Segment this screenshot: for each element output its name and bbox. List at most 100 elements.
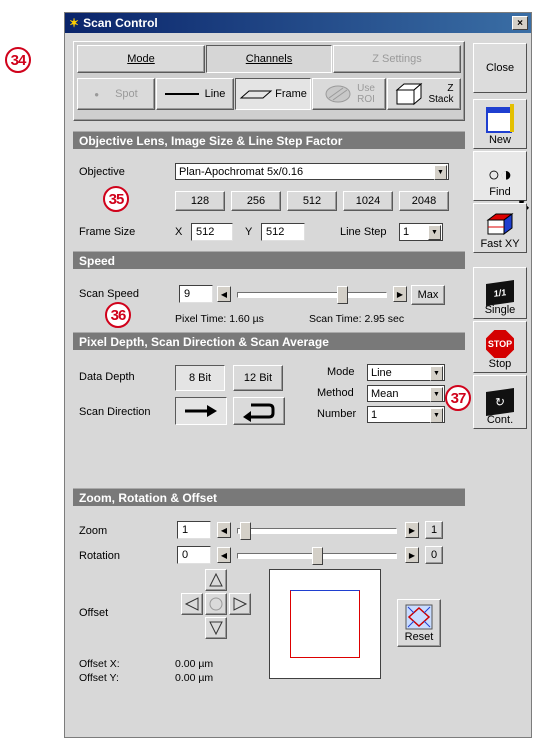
scan-direction-label: Scan Direction	[79, 406, 151, 418]
fast-xy-icon	[486, 213, 514, 235]
tab-z-settings[interactable]: Z Settings	[333, 45, 461, 73]
speed-slider-thumb[interactable]	[337, 286, 349, 304]
rotation-input[interactable]: 0	[177, 546, 211, 564]
spot-icon: ●	[94, 89, 100, 99]
window-title: Scan Control	[83, 16, 158, 30]
stop-sign-icon: STOP	[486, 330, 514, 358]
speed-increase-button[interactable]: ▶	[393, 286, 407, 302]
unidirectional-scan-button[interactable]	[175, 397, 227, 425]
offset-x-value: 0.00 µm	[175, 658, 214, 670]
find-contrast-icon: ○◑	[487, 164, 513, 186]
arrow-left-icon	[184, 597, 199, 611]
frame-y-input[interactable]: 512	[261, 223, 305, 241]
offset-left-button[interactable]	[181, 593, 203, 615]
average-number-dropdown[interactable]: 1 ▼	[367, 406, 445, 423]
pixel-time: Pixel Time: 1.60 µs	[175, 313, 264, 325]
offset-up-button[interactable]	[205, 569, 227, 591]
average-mode-dropdown[interactable]: Line ▼	[367, 364, 445, 381]
window-close-button[interactable]: ×	[512, 16, 528, 30]
scan-speed-input[interactable]: 9	[179, 285, 213, 303]
rotation-label: Rotation	[79, 550, 120, 562]
chevron-left-icon: ◀	[220, 289, 228, 299]
depth-8bit-button[interactable]: 8 Bit	[175, 365, 225, 391]
return-arrow-icon	[243, 403, 275, 422]
speed-section-header: Speed	[73, 251, 465, 269]
chevron-right-icon: ▶	[396, 289, 404, 299]
frame-y-label: Y	[245, 226, 253, 238]
use-roi-button[interactable]: Use ROI	[312, 78, 386, 110]
chevron-down-icon: ▼	[430, 366, 443, 381]
frame-mode-button[interactable]: Frame	[235, 78, 311, 110]
scan-area-frame	[290, 590, 360, 658]
continuous-clapper-icon: ↻	[486, 388, 514, 416]
app-icon: ✶	[69, 16, 80, 30]
zoom-input[interactable]: 1	[177, 521, 211, 539]
rotation-slider-thumb[interactable]	[311, 547, 323, 565]
circle-icon	[209, 597, 223, 611]
z-stack-button[interactable]: Z Stack	[387, 78, 461, 110]
spot-mode-button[interactable]: ● Spot	[77, 78, 155, 110]
rotation-reset-button[interactable]: 0	[425, 546, 443, 564]
speed-decrease-button[interactable]: ◀	[217, 286, 231, 302]
roi-icon	[325, 85, 351, 103]
zoom-reset-button[interactable]: 1	[425, 521, 443, 539]
scan-time: Scan Time: 2.95 sec	[309, 313, 405, 325]
single-scan-button[interactable]: 1/1 Single	[473, 267, 527, 319]
chevron-down-icon: ▼	[434, 165, 447, 180]
callout-35: 35	[103, 186, 129, 212]
size-256-button[interactable]: 256	[231, 191, 281, 211]
close-button[interactable]: Close	[473, 43, 527, 93]
callout-36: 36	[105, 302, 131, 328]
zoom-slider-thumb[interactable]	[239, 522, 251, 540]
objective-dropdown[interactable]: Plan-Apochromat 5x/0.16 ▼	[175, 163, 449, 180]
size-128-button[interactable]: 128	[175, 191, 225, 211]
zoom-label: Zoom	[79, 525, 108, 537]
bidirectional-scan-button[interactable]	[233, 397, 285, 425]
objective-label: Objective	[79, 166, 125, 178]
chevron-right-icon: ▶	[408, 525, 416, 535]
zoom-slider-track[interactable]	[237, 528, 397, 534]
tab-mode[interactable]: Mode	[77, 45, 205, 73]
frame-x-input[interactable]: 512	[191, 223, 233, 241]
zoom-decrease-button[interactable]: ◀	[217, 522, 231, 538]
line-step-label: Line Step	[340, 226, 387, 238]
line-mode-button[interactable]: Line	[156, 78, 234, 110]
depth-12bit-button[interactable]: 12 Bit	[233, 365, 283, 391]
rotation-decrease-button[interactable]: ◀	[217, 547, 231, 563]
speed-slider-track[interactable]	[237, 292, 387, 298]
chevron-left-icon: ◀	[220, 550, 228, 560]
frame-x-label: X	[175, 226, 183, 238]
new-button[interactable]: New	[473, 99, 527, 149]
continuous-scan-button[interactable]: ↻ Cont.	[473, 375, 527, 429]
fast-xy-button[interactable]: Fast XY	[473, 203, 527, 253]
title-bar[interactable]: ✶ Scan Control	[65, 13, 531, 33]
chevron-right-icon: ▶	[408, 550, 416, 560]
reset-icon	[405, 604, 433, 630]
max-speed-button[interactable]: Max	[411, 285, 445, 305]
line-step-dropdown[interactable]: 1 ▼	[399, 223, 443, 241]
find-button[interactable]: ○◑ Find	[473, 151, 527, 201]
method-label: Method	[317, 387, 354, 399]
offset-right-button[interactable]	[229, 593, 251, 615]
size-512-button[interactable]: 512	[287, 191, 337, 211]
size-1024-button[interactable]: 1024	[343, 191, 393, 211]
stop-button[interactable]: STOP Stop	[473, 321, 527, 373]
callout-37: 37	[445, 385, 471, 411]
zoom-increase-button[interactable]: ▶	[405, 522, 419, 538]
offset-center-button[interactable]	[205, 593, 227, 615]
callout-34: 34	[5, 47, 31, 73]
offset-y-label: Offset Y:	[79, 672, 119, 684]
offset-reset-button[interactable]: Reset	[397, 599, 441, 647]
rotation-increase-button[interactable]: ▶	[405, 547, 419, 563]
scan-field-preview[interactable]	[269, 569, 381, 679]
tab-channels[interactable]: Channels	[206, 45, 332, 73]
offset-x-label: Offset X:	[79, 658, 120, 670]
size-2048-button[interactable]: 2048	[399, 191, 449, 211]
arrow-right-icon	[233, 597, 248, 611]
frame-size-label: Frame Size	[79, 226, 136, 238]
data-depth-label: Data Depth	[79, 371, 135, 383]
offset-down-button[interactable]	[205, 617, 227, 639]
line-icon	[164, 93, 199, 95]
number-label: Number	[317, 408, 357, 420]
average-method-dropdown[interactable]: Mean ▼	[367, 385, 445, 402]
